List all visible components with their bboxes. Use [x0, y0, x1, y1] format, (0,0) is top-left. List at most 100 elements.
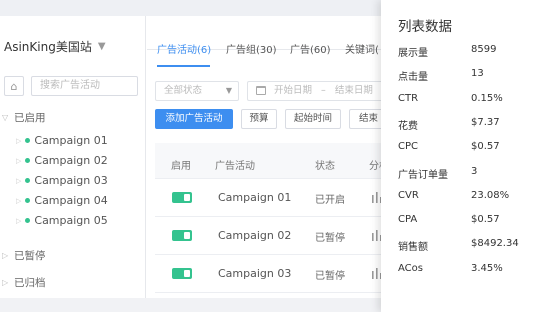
- expand-icon: ▷: [16, 136, 22, 145]
- caret-down-icon: ▼: [225, 86, 232, 95]
- caret-down-icon: ▼: [97, 41, 106, 52]
- status-text: 已暂停: [315, 233, 345, 244]
- sidebar-item-campaign-04[interactable]: ▷ Campaign 04: [16, 194, 108, 207]
- main-content: 广告活动(6) 广告组(30) 广告(60) 关键词( 全部状态 ▼ 开始日期 …: [147, 16, 389, 298]
- metric-name: 展示量: [398, 48, 428, 59]
- enable-toggle[interactable]: [172, 230, 192, 241]
- sidebar-item-campaign-03[interactable]: ▷ Campaign 03: [16, 174, 108, 187]
- metric-value: 3.45%: [471, 262, 503, 274]
- status-filter-value: 全部状态: [164, 85, 203, 96]
- status-filter-select[interactable]: 全部状态 ▼: [155, 81, 239, 101]
- status-text: 已暂停: [315, 271, 345, 282]
- metric-value: $0.57: [471, 214, 500, 226]
- sidebar-search: ⌂ 搜索广告活动: [4, 76, 138, 96]
- metric-row: 花费 $7.37: [398, 117, 548, 133]
- column-header: 广告活动: [215, 161, 255, 172]
- enabled-dot-icon: [25, 198, 31, 203]
- metric-value: $7.37: [471, 116, 500, 128]
- group-label: 已暂停: [14, 250, 46, 262]
- group-paused[interactable]: ▷ 已暂停: [2, 248, 46, 263]
- start-time-button[interactable]: 起始时间: [285, 109, 341, 129]
- metric-row: 广告订单量 3: [398, 166, 548, 182]
- expand-icon: ▷: [16, 156, 22, 165]
- metric-name: 点击量: [398, 72, 428, 84]
- home-icon[interactable]: ⌂: [4, 76, 24, 96]
- metric-value: 3: [471, 165, 478, 177]
- tab-campaigns[interactable]: 广告活动(6): [157, 41, 211, 56]
- date-separator: –: [321, 85, 326, 96]
- campaign-search-input[interactable]: 搜索广告活动: [31, 76, 138, 96]
- campaign-label: Campaign 05: [34, 214, 108, 227]
- sidebar-item-campaign-02[interactable]: ▷ Campaign 02: [16, 154, 108, 167]
- tab-ad-groups[interactable]: 广告组(30): [226, 41, 277, 56]
- budget-button[interactable]: 预算: [241, 109, 277, 129]
- expand-icon: ▷: [16, 196, 22, 205]
- status-text: 已开启: [315, 195, 345, 206]
- metric-row: 展示量 8599: [398, 44, 548, 60]
- bottom-strip: [0, 298, 381, 312]
- metric-name: CPA: [398, 214, 418, 226]
- campaign-label: Campaign 04: [34, 194, 108, 207]
- campaign-label: Campaign 03: [34, 174, 108, 187]
- tab-keywords[interactable]: 关键词(: [345, 41, 379, 56]
- metric-row: CVR 23.08%: [398, 190, 548, 206]
- sidebar-item-campaign-01[interactable]: ▷ Campaign 01: [16, 134, 108, 147]
- enabled-dot-icon: [25, 158, 31, 163]
- campaign-name[interactable]: Campaign 01: [218, 191, 291, 204]
- metric-name: 花费: [398, 120, 418, 132]
- tab-ads[interactable]: 广告(60): [290, 41, 331, 56]
- date-range-picker[interactable]: 开始日期 – 结束日期: [247, 81, 387, 101]
- metric-name: 广告订单量: [398, 169, 448, 181]
- metric-value: 13: [471, 68, 484, 80]
- metric-name: CVR: [398, 189, 419, 201]
- store-selector[interactable]: AsinKing美国站 ▼: [4, 38, 106, 55]
- expand-icon: ▷: [2, 278, 9, 287]
- group-enabled[interactable]: ▽ 已启用: [2, 110, 46, 125]
- metric-value: 23.08%: [471, 189, 510, 201]
- metric-value: 0.15%: [471, 92, 503, 104]
- metric-name: 销售额: [398, 242, 428, 254]
- active-tab-indicator: [157, 65, 210, 67]
- enabled-dot-icon: [25, 178, 31, 183]
- group-archived[interactable]: ▷ 已归档: [2, 275, 46, 290]
- enable-toggle[interactable]: [172, 268, 192, 279]
- campaign-name[interactable]: Campaign 03: [218, 267, 291, 280]
- enabled-dot-icon: [25, 218, 31, 223]
- date-start: 开始日期: [274, 85, 313, 96]
- metric-name: CTR: [398, 92, 419, 104]
- sidebar-item-campaign-05[interactable]: ▷ Campaign 05: [16, 214, 108, 227]
- campaign-label: Campaign 01: [34, 134, 108, 147]
- table-header: 启用 广告活动 状态 分析: [155, 143, 389, 179]
- group-label: 已启用: [14, 112, 46, 124]
- metric-name: CPC: [398, 141, 418, 153]
- column-header: 启用: [171, 161, 191, 172]
- add-campaign-button[interactable]: 添加广告活动: [155, 109, 233, 129]
- expand-icon: ▷: [16, 176, 22, 185]
- metric-value: $8492.34: [471, 238, 519, 250]
- metric-row: ACos 3.45%: [398, 263, 548, 279]
- campaign-name[interactable]: Campaign 02: [218, 229, 291, 242]
- store-name: AsinKing美国站: [4, 40, 92, 54]
- table-row[interactable]: Campaign 03 已暂停: [155, 255, 387, 293]
- metric-value: 8599: [471, 44, 497, 55]
- metric-row: 销售额 $8492.34: [398, 238, 548, 254]
- date-end: 结束日期: [334, 85, 373, 96]
- panel-title: 列表数据: [398, 19, 452, 35]
- column-header: 状态: [315, 161, 335, 172]
- metric-row: CTR 0.15%: [398, 93, 548, 109]
- group-label: 已归档: [14, 277, 46, 289]
- expand-icon: ▷: [16, 216, 22, 225]
- campaign-label: Campaign 02: [34, 154, 108, 167]
- metric-name: ACos: [398, 262, 423, 274]
- table-row[interactable]: Campaign 01 已开启: [155, 179, 387, 217]
- enabled-dot-icon: [25, 138, 31, 143]
- campaign-sidebar: AsinKing美国站 ▼ ⌂ 搜索广告活动 ▽ 已启用 ▷ Campaign …: [0, 16, 146, 298]
- calendar-icon: [256, 86, 266, 95]
- list-data-panel: 列表数据 展示量 8599 点击量 13 CTR 0.15% 花费 $7.37 CPC $0.57…: [381, 0, 554, 312]
- metric-row: 点击量 13: [398, 68, 548, 84]
- metric-value: $0.57: [471, 141, 500, 153]
- enable-toggle[interactable]: [172, 192, 192, 203]
- table-row[interactable]: Campaign 02 已暂停: [155, 217, 387, 255]
- expand-icon: ▷: [2, 251, 9, 260]
- metric-row: CPC $0.57: [398, 141, 548, 157]
